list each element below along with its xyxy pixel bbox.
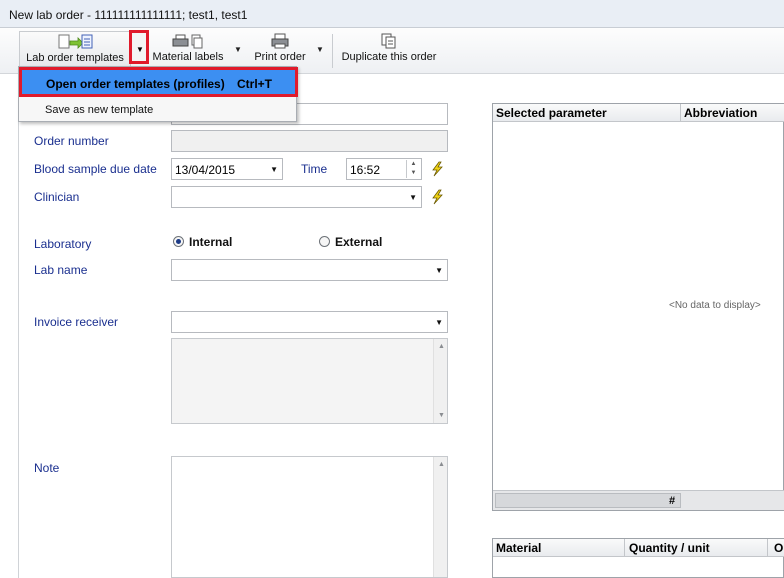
material-grid: Material Quantity / unit Or bbox=[492, 538, 784, 578]
invoice-details-box: ▲ ▼ bbox=[171, 338, 448, 424]
print-order-dropdown-icon[interactable]: ▼ bbox=[316, 45, 324, 54]
menu-item-save-as-new-template[interactable]: Save as new template bbox=[45, 104, 153, 116]
chevron-down-icon: ▼ bbox=[136, 45, 144, 54]
lab-order-templates-menu: Open order templates (profiles) Ctrl+T S… bbox=[18, 66, 298, 122]
scroll-up-icon[interactable]: ▲ bbox=[438, 343, 445, 350]
scrollbar[interactable]: ▲ bbox=[433, 457, 447, 577]
scroll-up-icon[interactable]: ▲ bbox=[438, 461, 445, 468]
column-header-abbreviation[interactable]: Abbreviation bbox=[684, 106, 757, 120]
time-label: Time bbox=[301, 162, 328, 176]
invoice-receiver-select[interactable]: ▼ bbox=[171, 311, 448, 333]
footer-hash: # bbox=[669, 495, 676, 507]
column-divider bbox=[680, 104, 681, 122]
column-header-quantity-unit[interactable]: Quantity / unit bbox=[629, 541, 710, 555]
material-labels-dropdown-icon[interactable]: ▼ bbox=[234, 45, 242, 54]
lab-order-templates-button[interactable]: Lab order templates bbox=[19, 31, 131, 69]
order-number-field bbox=[171, 130, 448, 152]
internal-radio-label: Internal bbox=[189, 235, 233, 249]
toolbar-separator bbox=[332, 34, 333, 68]
lab-order-templates-label: Lab order templates bbox=[26, 52, 124, 64]
time-spinner[interactable]: ▲ ▼ bbox=[406, 160, 420, 178]
external-radio-label: External bbox=[335, 235, 383, 249]
blood-due-date-picker[interactable]: 13/04/2015 ▼ bbox=[171, 158, 283, 180]
note-textarea[interactable]: ▲ bbox=[171, 456, 448, 578]
duplicate-order-label: Duplicate this order bbox=[341, 51, 437, 63]
column-divider bbox=[624, 539, 625, 557]
lightning-icon[interactable] bbox=[429, 189, 445, 205]
duplicate-icon bbox=[381, 33, 396, 49]
chevron-down-icon[interactable]: ▼ bbox=[270, 165, 278, 174]
footer-cell bbox=[495, 493, 681, 508]
blood-due-date-label: Blood sample due date bbox=[34, 162, 157, 176]
lab-name-select[interactable]: ▼ bbox=[171, 259, 448, 281]
chevron-down-icon[interactable]: ▼ bbox=[435, 318, 443, 327]
grid-header: Material Quantity / unit Or bbox=[493, 539, 784, 557]
chevron-down-icon[interactable]: ▼ bbox=[409, 193, 417, 202]
printer-icon bbox=[271, 33, 289, 49]
document-template-icon bbox=[58, 34, 93, 49]
material-labels-button[interactable]: Material labels bbox=[152, 31, 224, 69]
lab-order-templates-dropdown-button[interactable]: ▼ bbox=[129, 30, 149, 64]
menu-item-shortcut: Ctrl+T bbox=[237, 77, 273, 91]
blood-due-date-value: 13/04/2015 bbox=[175, 163, 236, 177]
note-label: Note bbox=[34, 461, 60, 475]
selected-parameter-grid: Selected parameter Abbreviation <No data… bbox=[492, 103, 784, 511]
scroll-down-icon[interactable]: ▼ bbox=[438, 412, 445, 419]
invoice-receiver-label: Invoice receiver bbox=[34, 315, 119, 329]
window-title: New lab order - 111111111111111; test1, … bbox=[9, 8, 248, 22]
form-frame-border bbox=[18, 86, 19, 578]
no-data-message: <No data to display> bbox=[669, 300, 761, 311]
grid-header: Selected parameter Abbreviation bbox=[493, 104, 784, 122]
duplicate-order-button[interactable]: Duplicate this order bbox=[340, 31, 438, 69]
print-order-label: Print order bbox=[254, 51, 306, 63]
printer-labels-icon bbox=[172, 34, 203, 49]
laboratory-label: Laboratory bbox=[34, 237, 92, 251]
column-divider bbox=[767, 539, 768, 557]
column-header-material[interactable]: Material bbox=[496, 541, 541, 555]
column-header-selected-parameter[interactable]: Selected parameter bbox=[496, 106, 607, 120]
print-order-button[interactable]: Print order bbox=[250, 31, 310, 69]
grid-footer: # bbox=[493, 490, 784, 510]
internal-radio[interactable] bbox=[173, 236, 184, 247]
time-field[interactable]: 16:52 ▲ ▼ bbox=[346, 158, 422, 180]
title-bar: New lab order - 111111111111111; test1, … bbox=[0, 0, 784, 28]
menu-item-open-order-templates[interactable]: Open order templates (profiles) Ctrl+T bbox=[19, 67, 298, 97]
scrollbar[interactable]: ▲ ▼ bbox=[433, 339, 447, 423]
menu-item-open-order-templates-label: Open order templates (profiles) bbox=[46, 77, 225, 91]
order-number-label: Order number bbox=[34, 134, 109, 148]
time-value: 16:52 bbox=[350, 163, 381, 177]
clinician-label: Clinician bbox=[34, 190, 80, 204]
column-header-or[interactable]: Or bbox=[774, 541, 784, 555]
clinician-select[interactable]: ▼ bbox=[171, 186, 422, 208]
chevron-down-icon[interactable]: ▼ bbox=[435, 266, 443, 275]
external-radio[interactable] bbox=[319, 236, 330, 247]
material-labels-label: Material labels bbox=[152, 51, 224, 63]
lab-name-label: Lab name bbox=[34, 263, 88, 277]
lightning-icon[interactable] bbox=[429, 161, 445, 177]
